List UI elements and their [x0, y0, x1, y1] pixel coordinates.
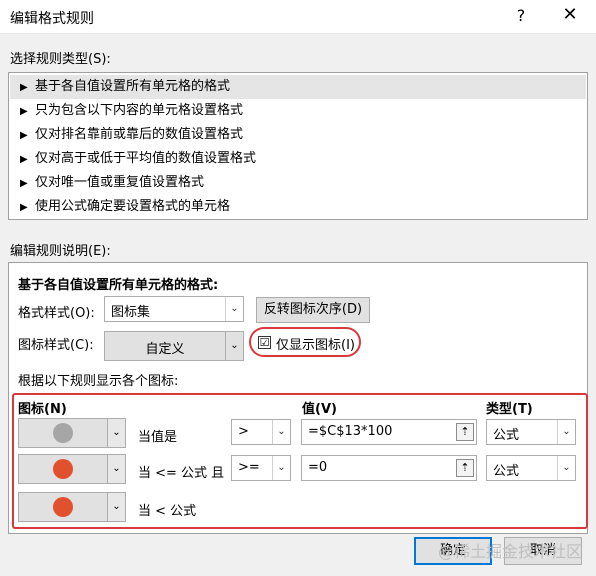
triangle-right-icon: ▶ [20, 178, 28, 189]
icon-picker-2[interactable]: ⌄ [18, 454, 126, 484]
chevron-down-icon: ⌄ [107, 455, 125, 483]
column-header-value: 值(V) [302, 402, 337, 417]
operator-select-1[interactable]: > ⌄ [231, 419, 291, 445]
rule-type-item[interactable]: ▶ 仅对高于或低于平均值的数值设置格式 [10, 147, 586, 171]
range-select-icon[interactable]: ⇡ [456, 423, 474, 441]
close-button[interactable]: ✕ [558, 4, 582, 25]
rule-type-label: 选择规则类型(S): [10, 52, 111, 67]
rule-type-item[interactable]: ▶ 仅对唯一值或重复值设置格式 [10, 171, 586, 195]
operator-select-2[interactable]: >= ⌄ [231, 455, 291, 481]
highlight-oval [249, 327, 361, 357]
icon-picker-3[interactable]: ⌄ [18, 492, 126, 522]
format-style-select[interactable]: 图标集 ⌄ [104, 296, 244, 322]
reverse-icon-order-button[interactable]: 反转图标次序(D) [256, 297, 370, 323]
icon-style-select[interactable]: 自定义 ⌄ [104, 331, 244, 361]
circle-icon [53, 459, 73, 479]
column-header-type: 类型(T) [486, 402, 533, 417]
triangle-right-icon: ▶ [20, 154, 28, 165]
icon-style-label: 图标样式(C): [18, 338, 94, 353]
dialog-title: 编辑格式规则 [10, 11, 94, 27]
condition-text: 当 <= 公式 且 [138, 466, 225, 481]
chevron-down-icon: ⌄ [557, 420, 575, 444]
chevron-down-icon: ⌄ [225, 332, 243, 360]
condition-text: 当值是 [138, 430, 178, 445]
description-label: 编辑规则说明(E): [10, 244, 111, 259]
chevron-down-icon: ⌄ [107, 493, 125, 521]
type-select-2[interactable]: 公式 ⌄ [486, 455, 576, 481]
watermark: @稀土掘金技术社区 [438, 542, 583, 561]
range-select-icon[interactable]: ⇡ [456, 459, 474, 477]
triangle-right-icon: ▶ [20, 130, 28, 141]
rules-caption: 根据以下规则显示各个图标: [18, 374, 179, 389]
triangle-right-icon: ▶ [20, 82, 28, 93]
format-style-label: 格式样式(O): [18, 306, 95, 321]
chevron-down-icon: ⌄ [272, 420, 290, 444]
title-bar: 编辑格式规则 ? ✕ [0, 0, 596, 34]
chevron-down-icon: ⌄ [225, 297, 243, 321]
rule-type-item[interactable]: ▶ 仅对排名靠前或靠后的数值设置格式 [10, 123, 586, 147]
triangle-right-icon: ▶ [20, 106, 28, 117]
description-heading: 基于各自值设置所有单元格的格式: [18, 278, 219, 293]
circle-icon [53, 423, 73, 443]
triangle-right-icon: ▶ [20, 202, 28, 213]
chevron-down-icon: ⌄ [272, 456, 290, 480]
icon-picker-1[interactable]: ⌄ [18, 418, 126, 448]
condition-text: 当 < 公式 [138, 504, 197, 519]
type-select-1[interactable]: 公式 ⌄ [486, 419, 576, 445]
column-header-icon: 图标(N) [18, 402, 67, 417]
rule-type-item[interactable]: ▶ 只为包含以下内容的单元格设置格式 [10, 99, 586, 123]
chevron-down-icon: ⌄ [557, 456, 575, 480]
rule-type-item[interactable]: ▶ 基于各自值设置所有单元格的格式 [10, 75, 586, 99]
chevron-down-icon: ⌄ [107, 419, 125, 447]
help-button[interactable]: ? [511, 6, 531, 25]
value-input-1[interactable]: =$C$13*100 ⇡ [301, 419, 477, 445]
value-input-2[interactable]: =0 ⇡ [301, 455, 477, 481]
circle-icon [53, 497, 73, 517]
rule-type-item[interactable]: ▶ 使用公式确定要设置格式的单元格 [10, 195, 586, 219]
rule-type-list: ▶ 基于各自值设置所有单元格的格式 ▶ 只为包含以下内容的单元格设置格式 ▶ 仅对排名… [8, 72, 588, 220]
